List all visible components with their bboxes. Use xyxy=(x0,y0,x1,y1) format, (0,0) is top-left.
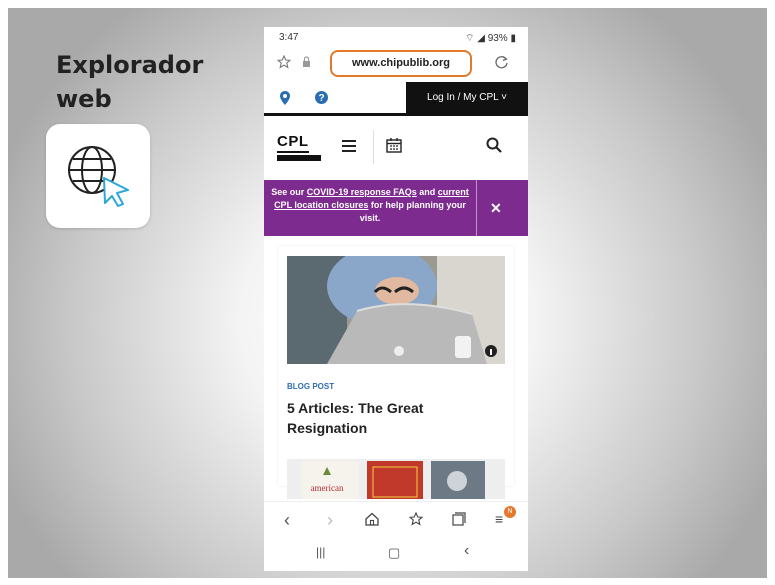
blog-post-card[interactable]: BLOG POST 5 Articles: The Great Resignat… xyxy=(278,246,514,486)
post-category: BLOG POST xyxy=(287,382,335,391)
phone-screen: 3:47 ⌔ ◢ 93% ▮ www.chipublib.org ? Log I… xyxy=(264,27,528,571)
book-covers-strip[interactable]: american xyxy=(287,459,505,499)
bookmark-star-icon[interactable] xyxy=(277,55,291,69)
cpl-logo[interactable]: CPL xyxy=(277,133,321,161)
battery-icon: ▮ xyxy=(510,33,516,44)
browser-toolbar: ‹ › ≡ N xyxy=(264,501,528,538)
help-icon[interactable]: ? xyxy=(315,91,328,104)
android-nav-bar: ||| ▢ ‹ xyxy=(264,537,528,571)
banner-text-3: for help planning your visit. xyxy=(359,200,466,223)
blog-post-image[interactable] xyxy=(287,256,505,364)
login-button[interactable]: Log In / My CPL ˅ xyxy=(406,82,528,113)
site-nav: CPL xyxy=(264,116,528,178)
covid-faq-link[interactable]: COVID-19 response FAQs xyxy=(307,187,417,197)
home-icon[interactable] xyxy=(365,512,379,526)
reload-icon[interactable] xyxy=(494,55,509,70)
lock-icon xyxy=(303,56,310,67)
calendar-icon[interactable] xyxy=(386,137,402,153)
search-icon[interactable] xyxy=(486,137,502,153)
battery-level: 93% xyxy=(487,33,508,44)
hamburger-menu-icon[interactable] xyxy=(342,140,356,152)
forward-icon[interactable]: › xyxy=(327,510,333,531)
back-button-icon[interactable]: ‹ xyxy=(464,542,469,560)
status-bar: 3:47 ⌔ ◢ 93% ▮ xyxy=(264,27,528,47)
notification-badge: N xyxy=(504,506,516,518)
back-icon[interactable]: ‹ xyxy=(284,510,290,531)
clock: 3:47 xyxy=(279,32,299,43)
wifi-signal-icon: ⌔ ◢ xyxy=(465,33,488,44)
recent-apps-icon[interactable]: ||| xyxy=(316,545,325,559)
url-field[interactable]: www.chipublib.org xyxy=(330,50,472,77)
bookmarks-icon[interactable] xyxy=(409,512,424,526)
svg-text:?: ? xyxy=(318,93,324,104)
globe-cursor-icon xyxy=(68,146,129,207)
covid-alert-banner: See our COVID-19 response FAQs and curre… xyxy=(264,180,528,236)
banner-text-2: and xyxy=(416,187,438,197)
banner-message: See our COVID-19 response FAQs and curre… xyxy=(270,186,470,225)
home-button-icon[interactable]: ▢ xyxy=(388,545,400,561)
chevron-down-icon: ˅ xyxy=(501,92,507,103)
svg-text:american: american xyxy=(311,483,344,493)
login-label: Log In / My CPL xyxy=(427,92,499,103)
menu-icon[interactable]: ≡ xyxy=(495,511,503,527)
system-indicators: ⌔ ◢ 93% ▮ xyxy=(465,32,516,45)
lesson-title: Explorador web xyxy=(56,51,204,113)
browser-app-tile[interactable] xyxy=(46,124,150,228)
site-utility-bar: ? Log In / My CPL ˅ xyxy=(264,82,528,116)
post-headline[interactable]: 5 Articles: The Great Resignation xyxy=(287,398,497,438)
logo-text: CPL xyxy=(277,133,309,153)
tabs-icon[interactable] xyxy=(452,512,466,526)
banner-text-1: See our xyxy=(271,187,307,197)
close-banner-button[interactable]: ✕ xyxy=(490,200,502,217)
address-bar: www.chipublib.org xyxy=(264,47,528,82)
location-pin-icon[interactable] xyxy=(280,91,290,105)
